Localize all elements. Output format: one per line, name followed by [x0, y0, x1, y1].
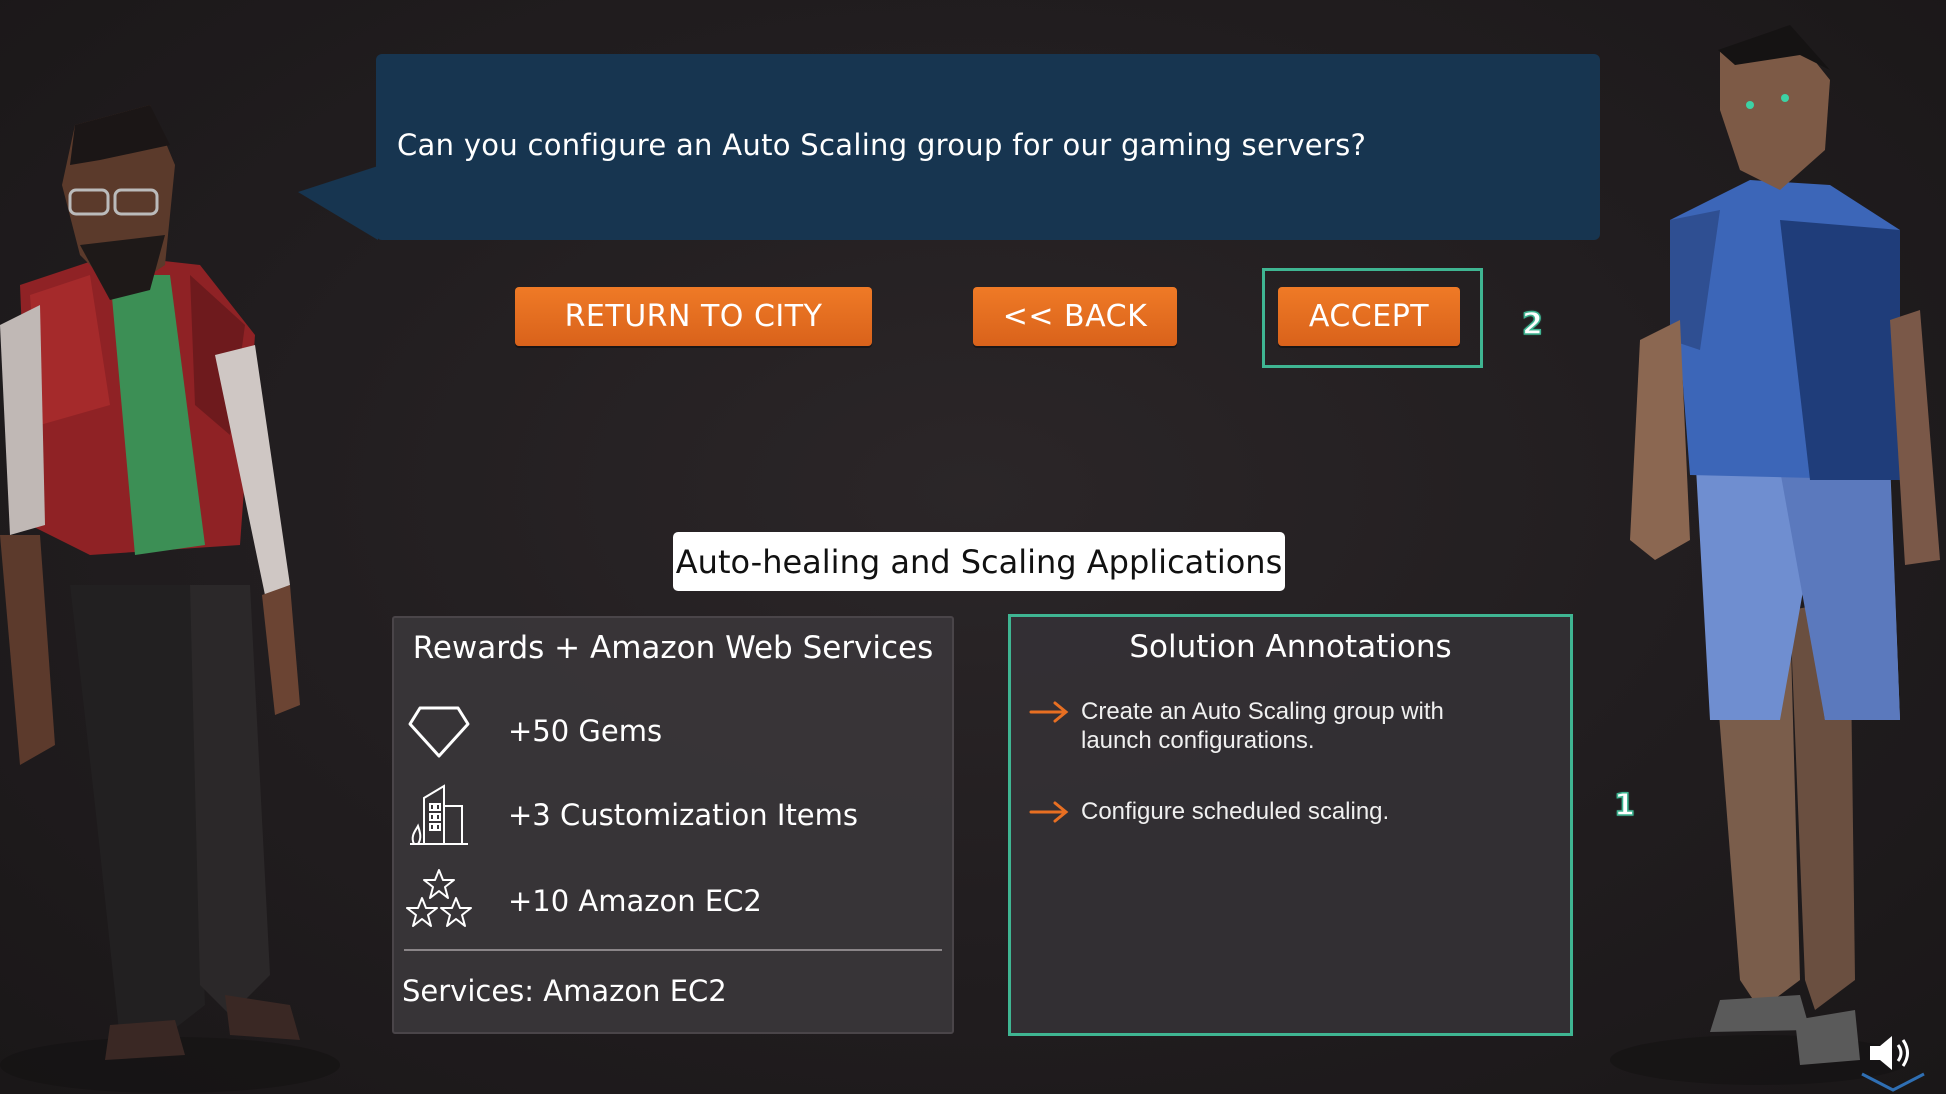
character-left: [0, 105, 340, 1093]
speech-bubble-tail: [298, 166, 378, 240]
building-icon: [410, 784, 468, 845]
services-text: Services: Amazon EC2: [402, 974, 727, 1008]
return-to-city-button[interactable]: RETURN TO CITY: [515, 287, 872, 346]
reward-label: +50 Gems: [508, 714, 663, 748]
step-marker-1: 1: [1613, 787, 1635, 824]
step-marker-2: 2: [1521, 306, 1543, 343]
arrow-right-icon: [1029, 701, 1069, 723]
character-right: [1610, 25, 1940, 1085]
reward-label: +10 Amazon EC2: [508, 884, 762, 918]
quest-title: Auto-healing and Scaling Applications: [673, 532, 1285, 591]
stars-icon: [406, 869, 472, 927]
annotations-title: Solution Annotations: [1129, 629, 1452, 665]
reward-label: +3 Customization Items: [508, 798, 859, 832]
rewards-panel: Rewards + Amazon Web Services +50 Gems +…: [392, 616, 954, 1034]
reward-item: +3 Customization Items: [406, 782, 926, 852]
annotations-panel: Solution Annotations Create an Auto Scal…: [1008, 614, 1573, 1036]
divider: [404, 949, 942, 951]
reward-item: +50 Gems: [406, 698, 926, 768]
reward-item: +10 Amazon EC2: [406, 868, 926, 938]
annotation-text: Create an Auto Scaling group with launch…: [1081, 698, 1444, 754]
annotation-text: Configure scheduled scaling.: [1081, 798, 1390, 825]
gem-icon: [408, 706, 470, 758]
rewards-title: Rewards + Amazon Web Services: [412, 630, 934, 666]
back-button[interactable]: << BACK: [973, 287, 1177, 346]
arrow-right-icon: [1029, 801, 1069, 823]
chevron-down-icon[interactable]: [1858, 1070, 1928, 1094]
speech-text: Can you configure an Auto Scaling group …: [397, 128, 1367, 162]
speech-bubble: Can you configure an Auto Scaling group …: [376, 54, 1600, 240]
accept-button[interactable]: ACCEPT: [1278, 287, 1460, 346]
